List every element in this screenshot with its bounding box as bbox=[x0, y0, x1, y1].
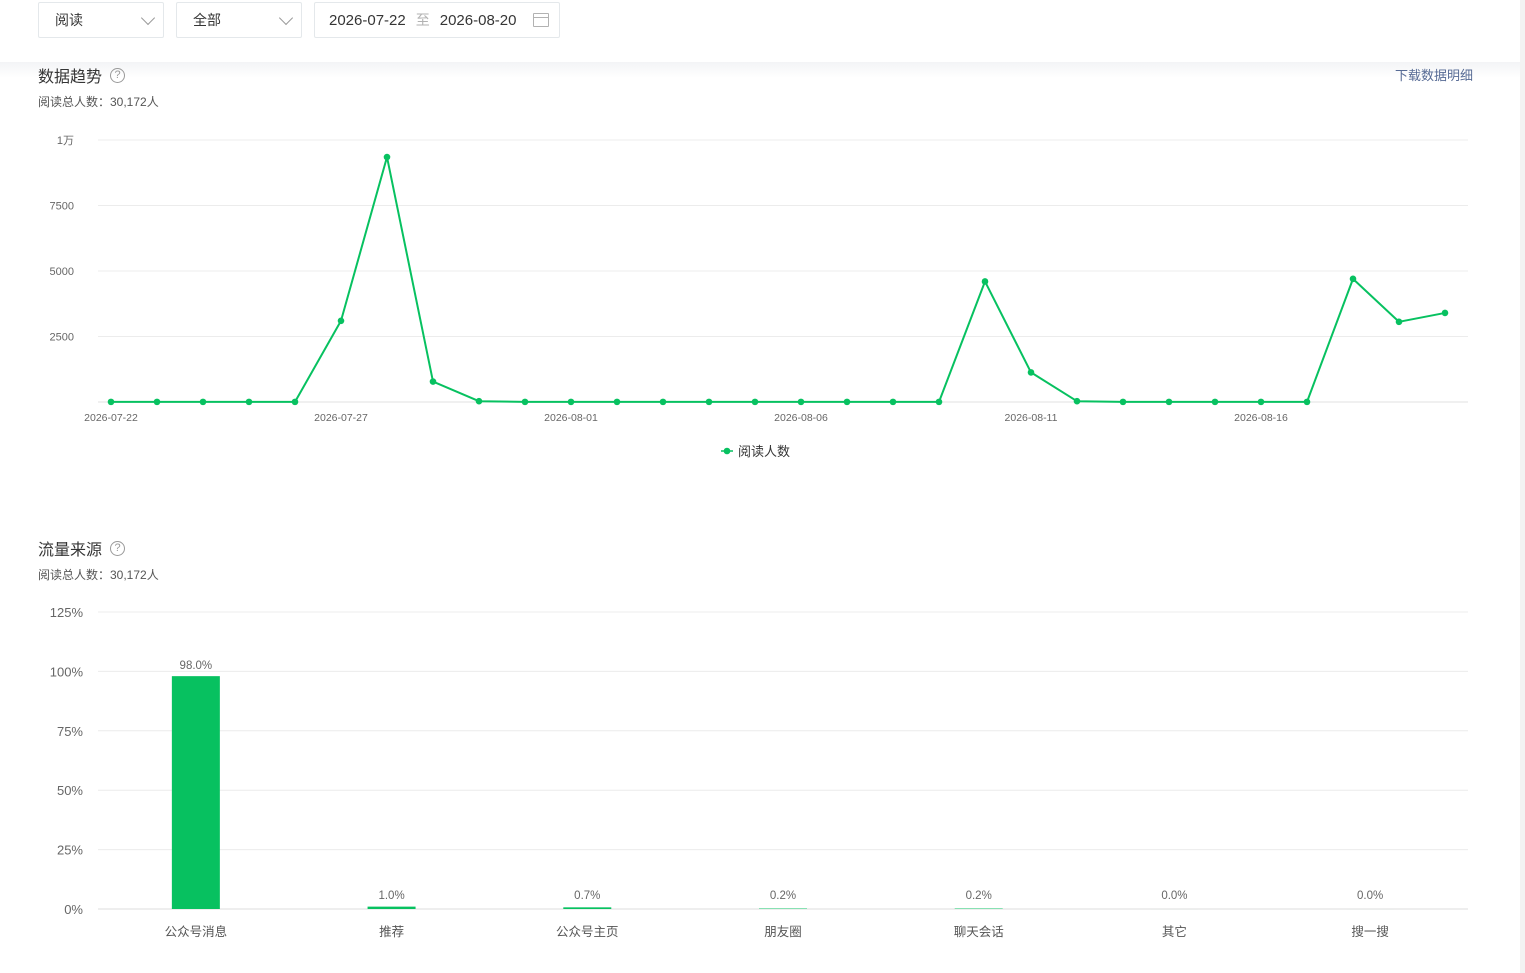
bar-公众号消息 bbox=[171, 676, 220, 909]
x-category-label: 公众号主页 bbox=[556, 925, 619, 939]
x-category-label: 其它 bbox=[1162, 924, 1187, 939]
bar-推荐 bbox=[367, 906, 416, 909]
bar-value-label: 0.0% bbox=[1357, 890, 1383, 902]
y-tick-label: 50% bbox=[57, 783, 83, 798]
bar-value-label: 0.7% bbox=[574, 890, 600, 902]
y-tick-label: 125% bbox=[50, 605, 84, 620]
bar-value-label: 0.0% bbox=[1161, 890, 1187, 902]
bar-value-label: 0.2% bbox=[966, 890, 992, 902]
bar-value-label: 98.0% bbox=[180, 660, 213, 672]
x-category-label: 聊天会话 bbox=[954, 925, 1004, 939]
x-category-label: 搜一搜 bbox=[1351, 924, 1389, 939]
bar-公众号主页 bbox=[563, 907, 612, 909]
y-tick-label: 0% bbox=[64, 902, 83, 917]
y-tick-label: 75% bbox=[57, 724, 83, 739]
y-tick-label: 25% bbox=[57, 843, 83, 858]
y-tick-label: 100% bbox=[50, 664, 84, 679]
x-category-label: 公众号消息 bbox=[165, 924, 228, 939]
x-category-label: 推荐 bbox=[379, 925, 404, 939]
bar-value-label: 1.0% bbox=[378, 890, 404, 902]
bar-value-label: 0.2% bbox=[770, 890, 796, 902]
x-category-label: 朋友圈 bbox=[764, 925, 802, 939]
source-bar-chart: 0% 25% 50% 75% 100% 125% 98.0% 公众号消息 1.0% 推荐 0.7% 公… bbox=[50, 605, 1468, 939]
